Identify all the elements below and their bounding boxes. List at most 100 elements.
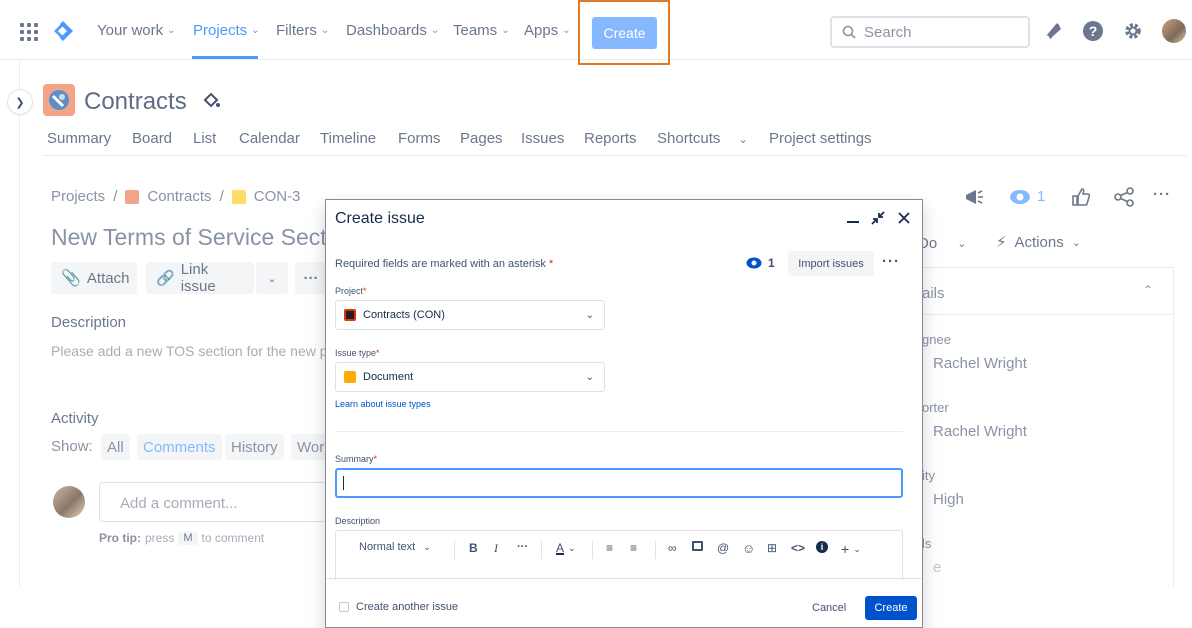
nav-apps[interactable]: Apps ⌄ [524,22,571,39]
close-icon[interactable] [896,210,912,226]
dialog-title: Create issue [335,210,425,227]
nav-dashboards[interactable]: Dashboards ⌄ [346,22,439,39]
project-select[interactable]: Contracts (CON) ⌄ [335,300,605,330]
toolbar-separator [541,541,542,559]
info-icon[interactable]: i [816,541,828,553]
tab-summary[interactable]: Summary [47,130,111,147]
show-label: Show: [51,438,93,455]
breadcrumb-issue-key[interactable]: CON-3 [254,188,301,205]
priority-value[interactable]: High [933,491,964,508]
description-text[interactable]: Please add a new TOS section for the new… [51,343,340,359]
nav-filters[interactable]: Filters ⌄ [276,22,329,39]
chevron-down-icon: ⌄ [585,310,594,321]
bullet-list-icon[interactable]: ≡ [606,541,613,555]
nav-your-work[interactable]: Your work ⌄ [97,22,176,39]
app-switcher-icon[interactable] [20,23,38,41]
link-issue-dropdown[interactable]: ⌄ [256,262,288,294]
minimize-icon[interactable] [845,210,861,226]
emoji-icon[interactable]: ☺ [742,541,755,556]
chevron-down-icon: ⌄ [430,25,440,36]
dialog-watch-button[interactable]: 1 [746,256,775,270]
more-options-icon[interactable]: ··· [1153,186,1171,203]
insert-more-icon[interactable]: + ⌄ [841,541,861,557]
create-another-label[interactable]: Create another issue [356,601,458,613]
tab-calendar[interactable]: Calendar [239,130,300,147]
breadcrumb-project[interactable]: Contracts [147,188,211,205]
issue-type-select[interactable]: Document ⌄ [335,362,605,392]
like-icon[interactable] [1070,186,1092,208]
description-editor[interactable]: Normal text ⌄ B I ··· A ⌄ ≡ ≡ ∞ @ ☺ ⊞ <> i… [335,530,903,580]
breadcrumb-separator: / [219,188,224,205]
text-style-dropdown[interactable]: Normal text ⌄ [359,541,431,553]
filter-history[interactable]: History [225,434,284,460]
labels-value[interactable]: e [933,559,941,576]
nav-teams[interactable]: Teams ⌄ [453,22,510,39]
tab-pages[interactable]: Pages [460,130,503,147]
tab-shortcuts[interactable]: Shortcuts ⌄ [657,130,748,147]
italic-icon[interactable]: I [494,541,498,556]
project-field-label: Project* [335,286,367,296]
chevron-down-icon: ⌄ [585,372,594,383]
cancel-button[interactable]: Cancel [804,596,854,620]
announce-icon[interactable] [963,186,985,208]
chevron-down-icon: ⌄ [738,134,748,146]
tab-board[interactable]: Board [132,130,172,147]
search-input[interactable]: Search [830,16,1030,48]
tab-forms[interactable]: Forms [398,130,441,147]
reporter-value[interactable]: Rachel Wright [933,423,1027,440]
tab-list[interactable]: List [193,130,216,147]
chevron-up-icon[interactable]: ⌃ [1143,283,1153,297]
code-icon[interactable]: <> [791,541,805,555]
submit-create-button[interactable]: Create [865,596,917,620]
paint-bucket-icon[interactable] [202,90,222,110]
bold-icon[interactable]: B [469,541,478,555]
chevron-down-icon: ⌄ [501,25,510,36]
create-another-checkbox[interactable] [339,602,349,612]
import-issues-button[interactable]: Import issues [788,251,874,276]
expand-sidebar-button[interactable]: ❯ [8,90,32,114]
learn-issue-types-link[interactable]: Learn about issue types [335,399,431,409]
dialog-more-icon[interactable]: ··· [882,253,900,270]
watch-count: 1 [1037,188,1046,205]
attach-button[interactable]: 📎 Attach [51,262,137,294]
chevron-right-icon: ❯ [15,96,25,109]
issue-title[interactable]: New Terms of Service Sect [51,224,327,251]
link-icon[interactable]: ∞ [668,541,677,555]
activity-heading: Activity [51,410,99,427]
watch-icon[interactable] [1009,186,1031,208]
more-actions-button[interactable]: ··· [295,262,327,294]
nav-projects[interactable]: Projects ⌄ [193,22,260,39]
tab-reports[interactable]: Reports [584,130,637,147]
tab-timeline[interactable]: Timeline [320,130,376,147]
filter-comments[interactable]: Comments [137,434,222,460]
comment-input[interactable]: Add a comment... [99,482,331,522]
mention-icon[interactable]: @ [717,541,729,555]
jira-logo-icon[interactable] [52,20,74,42]
breadcrumb-projects[interactable]: Projects [51,188,105,205]
status-dropdown[interactable]: Do ⌄ [918,227,966,259]
create-button[interactable]: Create [592,17,657,49]
tabs-divider [43,155,1187,156]
actions-dropdown[interactable]: ⚡︎ Actions ⌄ [996,233,1081,252]
user-avatar[interactable] [1162,19,1186,43]
image-icon[interactable] [692,541,703,551]
numbered-list-icon[interactable]: ≡ [630,541,637,555]
details-header[interactable]: ails ⌃ [918,268,1173,315]
more-formatting-icon[interactable]: ··· [517,541,528,553]
project-mini-icon [125,189,140,204]
assignee-value[interactable]: Rachel Wright [933,355,1027,372]
settings-icon[interactable] [1122,20,1144,42]
breadcrumb-separator: / [113,188,118,205]
help-icon[interactable]: ? [1082,20,1104,42]
filter-all[interactable]: All [101,434,130,460]
share-icon[interactable] [1113,186,1135,208]
summary-input[interactable] [335,468,903,498]
tab-issues[interactable]: Issues [521,130,564,147]
search-icon [842,25,856,39]
text-color-icon[interactable]: A ⌄ [556,541,576,555]
tab-project-settings[interactable]: Project settings [769,130,872,147]
table-icon[interactable]: ⊞ [767,541,777,555]
notifications-icon[interactable] [1042,20,1064,42]
link-issue-button[interactable]: 🔗 Link issue [146,261,254,295]
collapse-icon[interactable] [870,210,886,226]
